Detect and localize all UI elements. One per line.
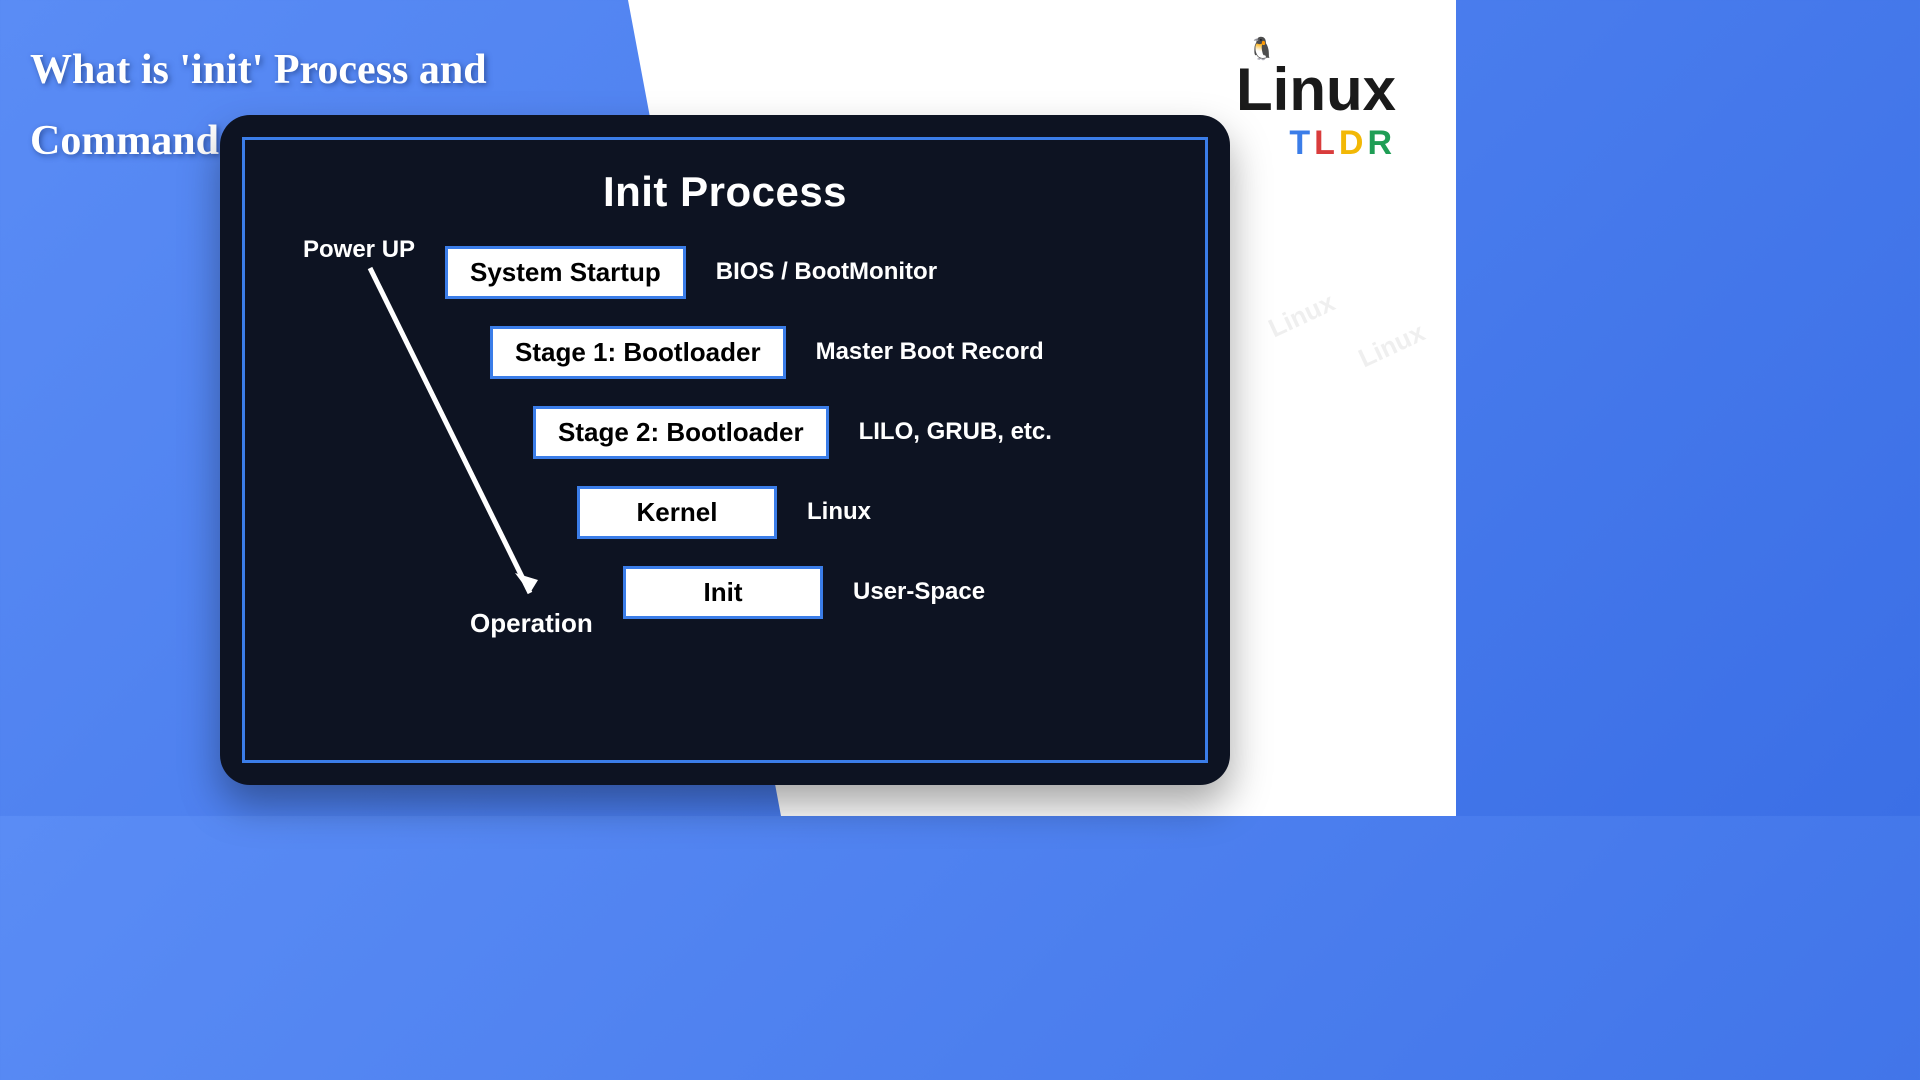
stage-desc: LILO, GRUB, etc. (859, 418, 1052, 446)
stage-row: Stage 1: Bootloader Master Boot Record (445, 326, 1165, 378)
logo-line1: 🐧 Linux (1236, 60, 1396, 120)
tldr-d: D (1339, 124, 1368, 162)
stage-desc: BIOS / BootMonitor (716, 258, 937, 286)
diagram-panel: Init Process Power UP Operation System S… (220, 115, 1230, 785)
tldr-r: R (1367, 124, 1396, 162)
stage-box: System Startup (445, 246, 686, 299)
stage-box: Stage 1: Bootloader (490, 326, 786, 379)
stage-desc: Linux (807, 498, 871, 526)
tldr-l: L (1314, 124, 1339, 162)
stage-box: Kernel (577, 486, 777, 539)
diagram-title: Init Process (245, 168, 1205, 216)
stages-column: System Startup BIOS / BootMonitor Stage … (445, 246, 1165, 646)
logo-text: Linux (1236, 56, 1396, 123)
diagram-content: Power UP Operation System Startup BIOS /… (245, 216, 1205, 756)
logo: 🐧 Linux TLDR (1236, 60, 1396, 163)
stage-desc: Master Boot Record (816, 338, 1044, 366)
stage-row: Stage 2: Bootloader LILO, GRUB, etc. (445, 406, 1165, 458)
stage-desc: User-Space (853, 578, 985, 606)
stage-row: Kernel Linux (445, 486, 1165, 538)
tldr-t: T (1289, 124, 1314, 162)
penguin-icon: 🐧 (1248, 38, 1275, 60)
diagram-border: Init Process Power UP Operation System S… (242, 137, 1208, 763)
logo-tldr: TLDR (1236, 124, 1396, 163)
stage-box: Init (623, 566, 823, 619)
stage-row: System Startup BIOS / BootMonitor (445, 246, 1165, 298)
stage-row: Init User-Space (445, 566, 1165, 618)
stage-box: Stage 2: Bootloader (533, 406, 829, 459)
